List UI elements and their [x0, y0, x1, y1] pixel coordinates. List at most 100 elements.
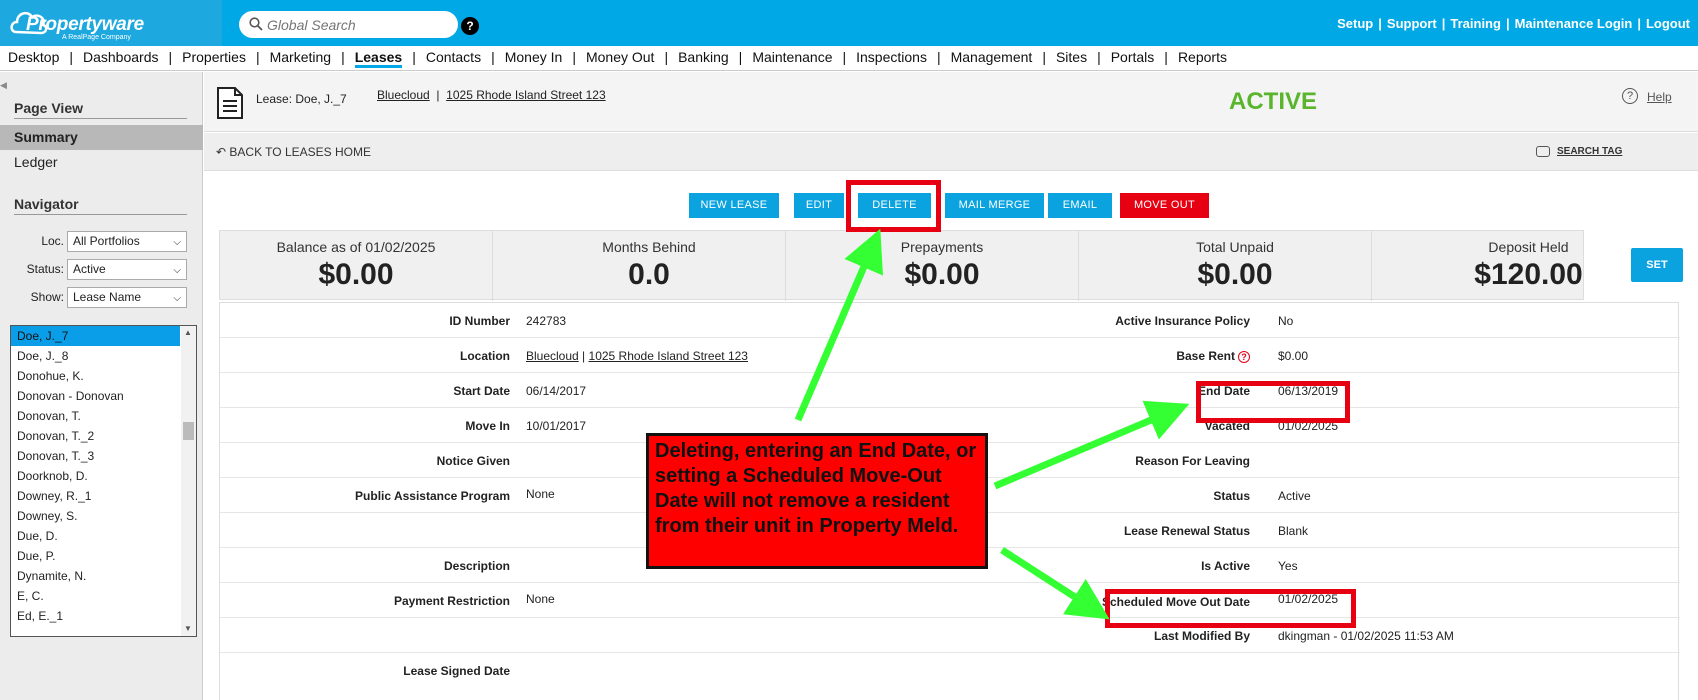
list-item[interactable]: Donovan - Donovan [11, 386, 196, 406]
list-item[interactable]: Downey, S. [11, 506, 196, 526]
global-search[interactable] [239, 11, 458, 38]
address-link[interactable]: 1025 Rhode Island Street 123 [446, 88, 605, 102]
status-label: Status: [26, 262, 64, 276]
location-portfolio-link[interactable]: Bluecloud [526, 349, 579, 363]
stat-balance: Balance as of 01/02/2025 $0.00 [220, 231, 493, 301]
nav-properties[interactable]: Properties [182, 49, 246, 65]
move-out-date-highlight-box [1105, 589, 1356, 628]
last-modified-label: Last Modified By [1153, 629, 1250, 643]
payment-restriction-label: Payment Restriction [393, 594, 510, 608]
nav-marketing[interactable]: Marketing [270, 49, 331, 65]
nav-leases[interactable]: Leases [354, 49, 403, 68]
public-assistance-value: None [526, 487, 555, 501]
back-arrow-icon: ↶ [216, 145, 230, 159]
list-item[interactable]: Doe, J._7 [11, 326, 180, 346]
scroll-down-icon[interactable]: ▼ [184, 624, 192, 633]
support-link[interactable]: Support [1387, 16, 1437, 31]
nav-money-out[interactable]: Money Out [586, 49, 654, 65]
chevron-down-icon: ⌵ [173, 293, 181, 304]
nav-inspections[interactable]: Inspections [856, 49, 927, 65]
stat-deposit-held: Deposit Held $120.00 [1392, 231, 1665, 301]
logo-subtitle: A RealPage Company [62, 34, 131, 41]
main-nav: Desktop | Dashboards | Properties | Marketing |… [0, 46, 1698, 71]
nav-management[interactable]: Management [951, 49, 1033, 65]
lease-listbox[interactable]: Doe, J._7 Doe, J._8 Donohue, K. Donovan … [10, 325, 197, 637]
nav-desktop[interactable]: Desktop [8, 49, 59, 65]
loc-select[interactable]: All Portfolios ⌵ [67, 231, 187, 252]
lease-header: Lease: Doe, J._7 Bluecloud | 1025 Rhode … [204, 72, 1698, 132]
set-button[interactable]: SET [1631, 248, 1683, 282]
show-select[interactable]: Lease Name ⌵ [67, 287, 187, 308]
nav-contacts[interactable]: Contacts [426, 49, 481, 65]
location-address-link[interactable]: 1025 Rhode Island Street 123 [589, 349, 748, 363]
stat-value: 0.0 [628, 258, 670, 291]
status-select[interactable]: Active ⌵ [67, 259, 187, 280]
start-date-label: Start Date [453, 384, 510, 398]
detail-row: ID Number 242783 Active Insurance Policy… [220, 303, 1680, 338]
help-icon[interactable]: ? [461, 17, 479, 35]
base-rent-value: $0.00 [1278, 349, 1309, 363]
lease-renewal-label: Lease Renewal Status [1123, 524, 1250, 538]
divider [14, 214, 187, 215]
stat-label: Prepayments [900, 239, 984, 255]
list-item[interactable]: Downey, R._1 [11, 486, 196, 506]
list-item[interactable]: Due, D. [11, 526, 196, 546]
chevron-down-icon: ⌵ [173, 265, 181, 276]
training-link[interactable]: Training [1450, 16, 1501, 31]
logo-text: Propertyware [26, 14, 144, 35]
status-value: Active [73, 262, 106, 276]
nav-money-in[interactable]: Money In [505, 49, 563, 65]
scrollbar-thumb[interactable] [183, 422, 194, 440]
help-icon[interactable]: ? [1622, 88, 1638, 104]
scroll-up-icon[interactable]: ▲ [184, 328, 192, 337]
global-search-input[interactable] [267, 14, 452, 35]
back-to-leases-link[interactable]: ↶ BACK TO LEASES HOME [216, 145, 371, 159]
list-item[interactable]: Due, P. [11, 546, 196, 566]
listbox-scrollbar[interactable]: ▲ ▼ [181, 326, 196, 636]
list-item[interactable]: Ed, E._1 [11, 606, 196, 626]
list-item[interactable]: Dynamite, N. [11, 566, 196, 586]
question-icon[interactable]: ? [1238, 351, 1250, 363]
stats-bar: Balance as of 01/02/2025 $0.00 Months Beh… [219, 230, 1584, 301]
base-rent-label-text: Base Rent [1176, 349, 1235, 363]
show-value: Lease Name [73, 290, 142, 304]
id-number-value: 242783 [526, 314, 567, 328]
loc-filter: Loc. All Portfolios ⌵ [14, 231, 187, 252]
logout-link[interactable]: Logout [1646, 16, 1690, 31]
nav-maintenance[interactable]: Maintenance [752, 49, 832, 65]
nav-portals[interactable]: Portals [1111, 49, 1155, 65]
portfolio-link[interactable]: Bluecloud [377, 88, 430, 102]
list-item[interactable]: Doorknob, D. [11, 466, 196, 486]
search-tag-link[interactable]: SEARCH TAG [1557, 146, 1622, 157]
payment-restriction-value: None [526, 592, 555, 606]
is-active-value: Yes [1278, 559, 1298, 573]
email-button[interactable]: EMAIL [1048, 193, 1112, 218]
move-out-button[interactable]: MOVE OUT [1120, 193, 1209, 218]
new-lease-button[interactable]: NEW LEASE [689, 193, 779, 218]
list-item[interactable]: E, C. [11, 586, 196, 606]
list-item[interactable]: Donovan, T. [11, 406, 196, 426]
stat-value: $120.00 [1474, 258, 1583, 291]
mail-merge-button[interactable]: MAIL MERGE [945, 193, 1044, 218]
location-value: Bluecloud | 1025 Rhode Island Street 123 [526, 349, 748, 363]
is-active-label: Is Active [1201, 559, 1250, 573]
maintenance-login-link[interactable]: Maintenance Login [1515, 16, 1633, 31]
list-item[interactable]: Donovan, T._2 [11, 426, 196, 446]
stat-label: Balance as of 01/02/2025 [276, 239, 436, 255]
page-view-summary[interactable]: Summary [0, 125, 203, 150]
help-link[interactable]: Help [1647, 90, 1672, 104]
list-item[interactable]: Doe, J._8 [11, 346, 196, 366]
propertyware-logo[interactable]: Propertyware A RealPage Company [0, 0, 222, 46]
list-item[interactable]: Donovan, T._3 [11, 446, 196, 466]
setup-link[interactable]: Setup [1337, 16, 1373, 31]
page-view-ledger[interactable]: Ledger [0, 150, 203, 175]
collapse-arrow-icon[interactable]: ◀ [0, 80, 7, 90]
lease-signed-date-label: Lease Signed Date [403, 664, 510, 678]
nav-banking[interactable]: Banking [678, 49, 729, 65]
nav-sites[interactable]: Sites [1056, 49, 1087, 65]
edit-button[interactable]: EDIT [794, 193, 844, 218]
show-filter: Show: Lease Name ⌵ [14, 287, 187, 308]
nav-dashboards[interactable]: Dashboards [83, 49, 159, 65]
nav-reports[interactable]: Reports [1178, 49, 1227, 65]
list-item[interactable]: Donohue, K. [11, 366, 196, 386]
